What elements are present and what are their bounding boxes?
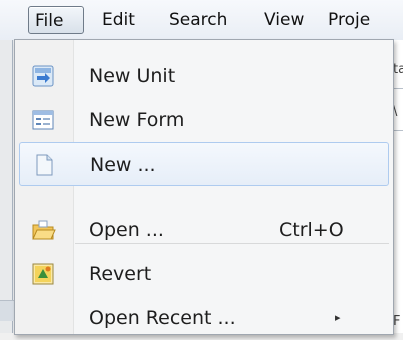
menu-view[interactable]: View [258, 6, 310, 34]
menu-bar: File Edit Search View Proje [0, 0, 403, 41]
file-dropdown-menu: New Unit New Form New ... Open ... Ctrl+… [14, 39, 394, 335]
menu-search[interactable]: Search [163, 6, 233, 34]
menu-item-revert[interactable]: Revert [19, 252, 389, 296]
new-file-icon [36, 154, 53, 176]
revert-icon [32, 263, 54, 285]
background-text-fragment: ta [393, 62, 403, 77]
menu-item-shortcut: Ctrl+O [279, 219, 344, 241]
menu-item-open[interactable]: Open ... Ctrl+O [19, 208, 389, 252]
new-form-icon [32, 110, 54, 130]
window-border [12, 40, 13, 333]
menu-item-new[interactable]: New ... [19, 142, 389, 186]
menu-item-label: New Unit [89, 65, 176, 87]
menu-item-new-unit[interactable]: New Unit [19, 54, 389, 98]
background-text-fragment: F [393, 314, 401, 329]
new-unit-icon [32, 65, 54, 87]
open-folder-icon [32, 220, 56, 240]
menu-item-label: New Form [89, 109, 185, 131]
menu-item-label: Revert [89, 263, 152, 285]
menu-project[interactable]: Proje [322, 6, 376, 34]
menu-item-new-form[interactable]: New Form [19, 98, 389, 142]
menu-item-label: Open Recent ... [89, 307, 236, 329]
submenu-arrow-icon: ▸ [335, 311, 341, 324]
menu-item-label: New ... [90, 154, 156, 176]
menu-file[interactable]: File [28, 6, 84, 34]
menu-item-label: Open ... [89, 219, 164, 241]
menu-edit[interactable]: Edit [96, 6, 141, 34]
menu-item-open-recent[interactable]: Open Recent ... ▸ [19, 296, 389, 340]
